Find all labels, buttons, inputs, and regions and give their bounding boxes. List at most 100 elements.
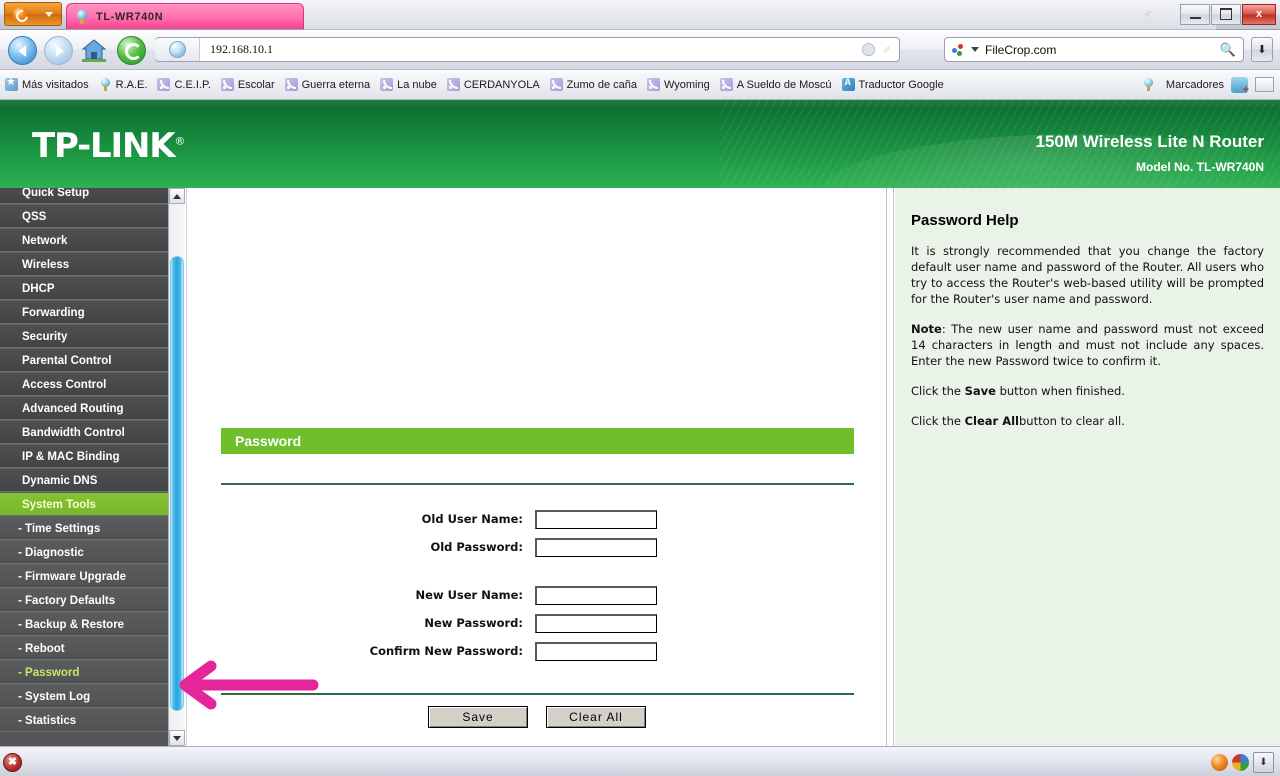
sidebar-item-qss[interactable]: QSS	[0, 204, 170, 228]
bookmark-item[interactable]: Guerra eterna	[284, 78, 370, 91]
stop-icon[interactable]: ✖	[3, 753, 22, 772]
help-save-pre: Click the	[911, 384, 965, 398]
old-user-name-input[interactable]	[535, 509, 657, 529]
triangle-down-icon	[173, 735, 181, 741]
sidebar-item-bandwidth-control[interactable]: Bandwidth Control	[0, 420, 170, 444]
sidebar-item-time-settings[interactable]: - Time Settings	[0, 516, 170, 540]
confirm-new-password-input[interactable]	[535, 641, 657, 661]
sidebar-item-access-control[interactable]: Access Control	[0, 372, 170, 396]
sidebar-item-security[interactable]: Security	[0, 324, 170, 348]
rss-icon	[719, 78, 733, 91]
sidebar-item-firmware-upgrade[interactable]: - Firmware Upgrade	[0, 564, 170, 588]
titlebar-key-icon: ♂	[1143, 6, 1153, 21]
forward-button[interactable]	[44, 36, 73, 65]
sidebar-item-password[interactable]: - Password	[0, 660, 170, 684]
bookmarks-bar: Más visitados R.A.E. C.E.I.P. Escolar Gu…	[0, 70, 1280, 100]
sidebar-item-forwarding[interactable]: Forwarding	[0, 300, 170, 324]
old-password-input[interactable]	[535, 537, 657, 557]
maximize-button[interactable]	[1211, 3, 1241, 25]
addon-icon[interactable]	[1231, 76, 1249, 96]
bookmark-item[interactable]: Más visitados	[5, 75, 89, 91]
sidebar-item-system-log[interactable]: - System Log	[0, 684, 170, 708]
help-save-post: button when finished.	[995, 384, 1125, 398]
sidebar-item-parental-control[interactable]: Parental Control	[0, 348, 170, 372]
scroll-up-button[interactable]	[169, 188, 185, 204]
label-confirm-new-password: Confirm New Password:	[369, 644, 523, 658]
bookmark-item[interactable]: C.E.I.P.	[157, 78, 211, 91]
window-icon[interactable]	[1255, 77, 1274, 92]
sidebar-item-system-tools[interactable]: System Tools	[0, 492, 170, 516]
translate-icon	[841, 77, 855, 91]
registered-mark: ®	[174, 134, 185, 148]
label-old-password: Old Password:	[430, 540, 523, 554]
bookmark-label: Escolar	[237, 78, 275, 91]
sidebar-item-backup-restore[interactable]: - Backup & Restore	[0, 612, 170, 636]
clear-all-button[interactable]: Clear All	[546, 706, 646, 728]
sidebar-list: Quick Setup QSS Network Wireless DHCP Fo…	[0, 188, 170, 732]
bookmark-item[interactable]: Traductor Google	[841, 77, 944, 91]
new-user-name-input[interactable]	[535, 585, 657, 605]
scroll-down-button[interactable]	[169, 730, 185, 746]
bookmark-item[interactable]: Zumo de caña	[549, 78, 637, 91]
close-button[interactable]: x	[1242, 3, 1276, 25]
sidebar-item-reboot[interactable]: - Reboot	[0, 636, 170, 660]
search-icon[interactable]: 🔍	[1220, 42, 1236, 58]
site-identity-button[interactable]	[155, 38, 200, 61]
page-scrollbar[interactable]	[168, 188, 185, 746]
status-bar-icons: ⬇	[1211, 752, 1274, 773]
bookmark-item[interactable]: Escolar	[220, 78, 275, 91]
sidebar-item-advanced-routing[interactable]: Advanced Routing	[0, 396, 170, 420]
key-icon[interactable]: ♂	[882, 43, 891, 57]
bookmark-item[interactable]: La nube	[380, 78, 437, 91]
help-save-bold: Save	[964, 384, 996, 398]
browser-tab[interactable]: TL-WR740N	[66, 3, 304, 29]
reload-button[interactable]	[117, 36, 146, 65]
bulb-icon[interactable]	[862, 43, 875, 56]
sidebar-item-quick-setup[interactable]: Quick Setup	[0, 188, 170, 204]
chevron-down-icon[interactable]	[971, 47, 979, 52]
help-note-text: : The new user name and password must no…	[911, 322, 1264, 368]
save-button[interactable]: Save	[428, 706, 528, 728]
brand-text: TP-LINK	[32, 126, 176, 166]
sidebar-item-dynamic-dns[interactable]: Dynamic DNS	[0, 468, 170, 492]
scrollbar-thumb[interactable]	[170, 256, 184, 711]
bookmark-label: R.A.E.	[115, 78, 148, 91]
sidebar-item-statistics[interactable]: - Statistics	[0, 708, 170, 732]
bookmark-item[interactable]: A Sueldo de Moscú	[719, 78, 832, 91]
sidebar-item-dhcp[interactable]: DHCP	[0, 276, 170, 300]
bookmark-item[interactable]: Wyoming	[646, 78, 710, 91]
divider-top	[221, 483, 854, 485]
window-controls: x	[1180, 2, 1276, 26]
new-password-input[interactable]	[535, 613, 657, 633]
tab-strip-empty	[304, 3, 1216, 30]
bookmarks-bar-right: Marcadores	[1142, 76, 1280, 96]
bookmark-label: C.E.I.P.	[174, 78, 211, 91]
bookmarks-menu-label[interactable]: Marcadores	[1166, 79, 1224, 91]
bookmark-label: Traductor Google	[858, 78, 944, 91]
minimize-button[interactable]	[1180, 3, 1210, 25]
divider-bottom	[221, 693, 854, 695]
home-button[interactable]	[80, 36, 108, 63]
sidebar-item-factory-defaults[interactable]: - Factory Defaults	[0, 588, 170, 612]
sidebar-item-wireless[interactable]: Wireless	[0, 252, 170, 276]
sidebar-item-ip-mac-binding[interactable]: IP & MAC Binding	[0, 444, 170, 468]
tab-title: TL-WR740N	[96, 10, 164, 23]
firefox-icon[interactable]	[1211, 754, 1228, 771]
tplink-logo: TP-LINK®	[32, 126, 185, 166]
addon-status-icon[interactable]	[1232, 754, 1249, 771]
back-button[interactable]	[8, 36, 37, 65]
chevron-down-icon	[44, 11, 53, 17]
download-icon[interactable]: ⬇	[1253, 752, 1274, 773]
search-bar[interactable]: FileCrop.com 🔍	[944, 37, 1244, 62]
rss-icon	[284, 78, 298, 91]
address-bar[interactable]: 192.168.10.1 ♂	[155, 37, 900, 62]
sidebar-item-diagnostic[interactable]: - Diagnostic	[0, 540, 170, 564]
bookmark-item[interactable]: R.A.E.	[99, 78, 148, 91]
bookmark-item[interactable]: CERDANYOLA	[446, 78, 540, 91]
downloads-button[interactable]: ⬇	[1251, 37, 1273, 62]
sidebar-item-network[interactable]: Network	[0, 228, 170, 252]
title-bar: TL-WR740N ♂ x	[0, 0, 1280, 30]
globe-icon	[168, 41, 186, 58]
firefox-menu-button[interactable]	[4, 2, 62, 26]
router-banner: TP-LINK® 150M Wireless Lite N Router Mod…	[0, 100, 1280, 188]
